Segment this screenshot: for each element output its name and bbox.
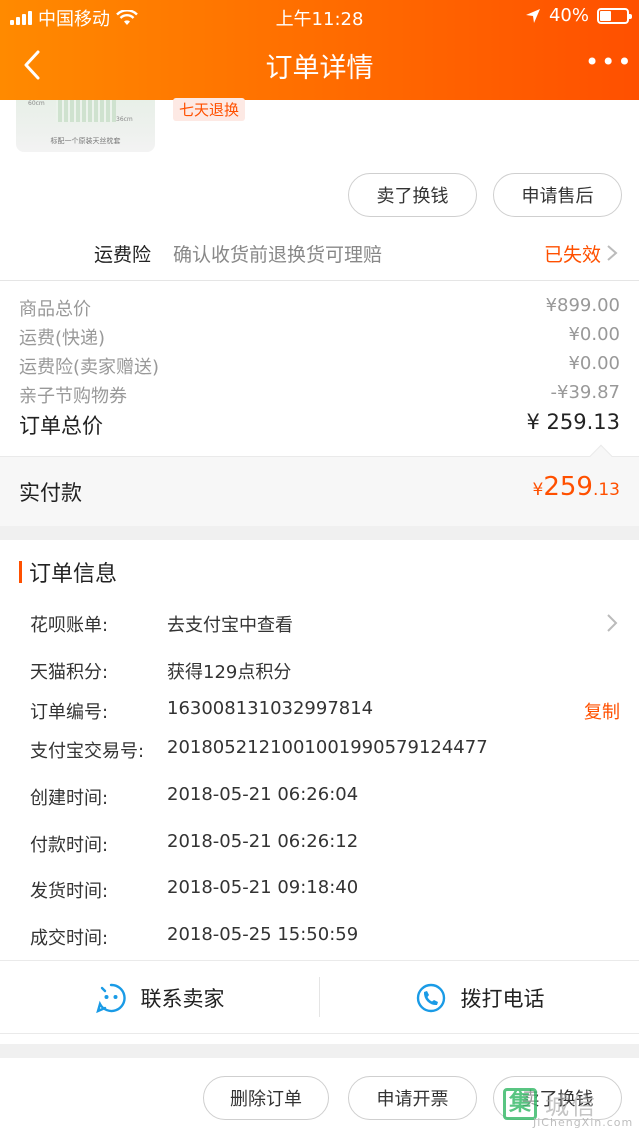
info-key: 订单编号:	[30, 702, 109, 723]
info-value: 2018052121001001990579124477	[167, 737, 488, 758]
fee-value: ¥899.00	[545, 295, 620, 316]
fee-value: -¥39.87	[550, 382, 620, 403]
info-value: 2018-05-21 06:26:04	[167, 784, 359, 805]
order-info-title-text: 订单信息	[29, 562, 118, 587]
section-accent-bar	[19, 561, 22, 583]
sell-for-cash-button[interactable]: 卖了换钱	[348, 173, 477, 217]
info-key: 花呗账单:	[30, 615, 109, 636]
fee-value: ¥0.00	[568, 353, 620, 374]
info-value: 2018-05-25 15:50:59	[167, 924, 359, 945]
fee-label: 商品总价	[19, 299, 91, 320]
order-total-row: 订单总价 ¥ 259.13	[19, 410, 620, 440]
info-value: 去支付宝中查看	[167, 615, 293, 636]
info-key: 支付宝交易号:	[30, 741, 145, 762]
info-value: 2018-05-21 06:26:12	[167, 831, 359, 852]
info-row-shipped: 发货时间: 2018-05-21 09:18:40	[30, 877, 620, 907]
info-row-completed: 成交时间: 2018-05-25 15:50:59	[30, 924, 620, 954]
chevron-right-icon	[607, 245, 618, 261]
insurance-desc: 确认收货前退换货可理赔	[173, 244, 383, 266]
contact-seller-button[interactable]: 联系卖家	[0, 961, 319, 1035]
return-policy-badge: 七天退换	[173, 98, 246, 121]
request-invoice-button[interactable]: 申请开票	[348, 1076, 477, 1120]
battery-icon	[597, 7, 632, 24]
info-row-huabei[interactable]: 花呗账单: 去支付宝中查看	[30, 611, 620, 641]
product-caption: 标配一个原装天丝枕套	[50, 137, 121, 145]
fee-label: 亲子节购物券	[19, 386, 127, 407]
contact-bar: 联系卖家 拨打电话	[0, 960, 639, 1034]
amount-paid-value: ¥259.13	[532, 472, 620, 502]
fee-label: 运费(快递)	[19, 328, 106, 349]
insurance-title: 运费险	[94, 244, 152, 266]
info-value: 2018-05-21 09:18:40	[167, 877, 359, 898]
page-title: 订单详情	[265, 53, 374, 84]
amount-paid-currency: ¥	[532, 480, 544, 500]
copy-button[interactable]: 复制	[584, 698, 620, 724]
info-row-order-number: 订单编号: 163008131032997814 复制	[30, 698, 620, 728]
info-row-points: 天猫积分: 获得129点积分	[30, 658, 620, 688]
contact-seller-label: 联系卖家	[140, 987, 225, 1011]
info-key: 发货时间:	[30, 881, 109, 902]
watermark-mark: 集	[503, 1088, 537, 1120]
section-gap	[0, 1044, 639, 1058]
info-value: 163008131032997814	[167, 698, 374, 719]
info-row-created: 创建时间: 2018-05-21 06:26:04	[30, 784, 620, 814]
product-image	[56, 100, 116, 122]
fee-row: 运费险(卖家赠送) ¥0.00	[19, 353, 620, 379]
fee-row: 亲子节购物券 -¥39.87	[19, 382, 620, 408]
call-phone-label: 拨打电话	[460, 987, 545, 1011]
order-total-label: 订单总价	[19, 414, 103, 438]
info-value: 获得129点积分	[167, 662, 292, 683]
product-dim-left: 60cm	[28, 100, 45, 107]
watermark-en: JiChengXin.com	[533, 1116, 634, 1129]
shipping-insurance-row[interactable]: 运费险 确认收货前退换货可理赔 已失效	[0, 230, 639, 274]
info-row-alipay-trade: 支付宝交易号: 2018052121001001990579124477	[30, 737, 620, 767]
info-key: 付款时间:	[30, 835, 109, 856]
fee-row: 商品总价 ¥899.00	[19, 295, 620, 321]
status-bar: 中国移动 上午11:28 40%	[0, 0, 639, 32]
section-gap	[0, 526, 639, 540]
fee-row: 运费(快递) ¥0.00	[19, 324, 620, 350]
more-menu-button[interactable]: •••	[585, 50, 631, 80]
location-arrow-icon	[525, 8, 540, 23]
caret-pointer	[589, 444, 613, 468]
amount-paid-decimal: .13	[592, 480, 620, 500]
product-dim-right: 36cm	[116, 116, 133, 123]
insurance-status: 已失效	[543, 244, 601, 266]
chat-face-icon	[95, 983, 126, 1014]
phone-icon	[416, 983, 445, 1013]
divider	[0, 280, 639, 281]
info-key: 天猫积分:	[30, 662, 109, 683]
info-key: 成交时间:	[30, 928, 109, 949]
product-thumbnail[interactable]: 60cm 36cm 标配一个原装天丝枕套	[16, 100, 155, 152]
header-bar: 中国移动 上午11:28 40% 订单详情 •••	[0, 0, 639, 100]
call-phone-button[interactable]: 拨打电话	[320, 961, 639, 1035]
fee-value: ¥0.00	[568, 324, 620, 345]
after-sales-button[interactable]: 申请售后	[493, 173, 622, 217]
battery-percent: 40%	[548, 5, 589, 26]
info-row-paid: 付款时间: 2018-05-21 06:26:12	[30, 831, 620, 861]
order-info-title: 订单信息	[19, 556, 117, 588]
fee-label: 运费险(卖家赠送)	[19, 357, 160, 378]
watermark-logo: 集 城信 JiChengXin.com	[503, 1082, 633, 1130]
info-key: 创建时间:	[30, 788, 109, 809]
delete-order-button[interactable]: 删除订单	[203, 1076, 329, 1120]
amount-paid-row: 实付款 ¥259.13	[0, 444, 639, 526]
order-total-value: ¥ 259.13	[526, 410, 620, 434]
chevron-right-icon	[607, 614, 618, 632]
amount-paid-label: 实付款	[19, 481, 82, 505]
amount-paid-integer: 259	[543, 472, 593, 502]
